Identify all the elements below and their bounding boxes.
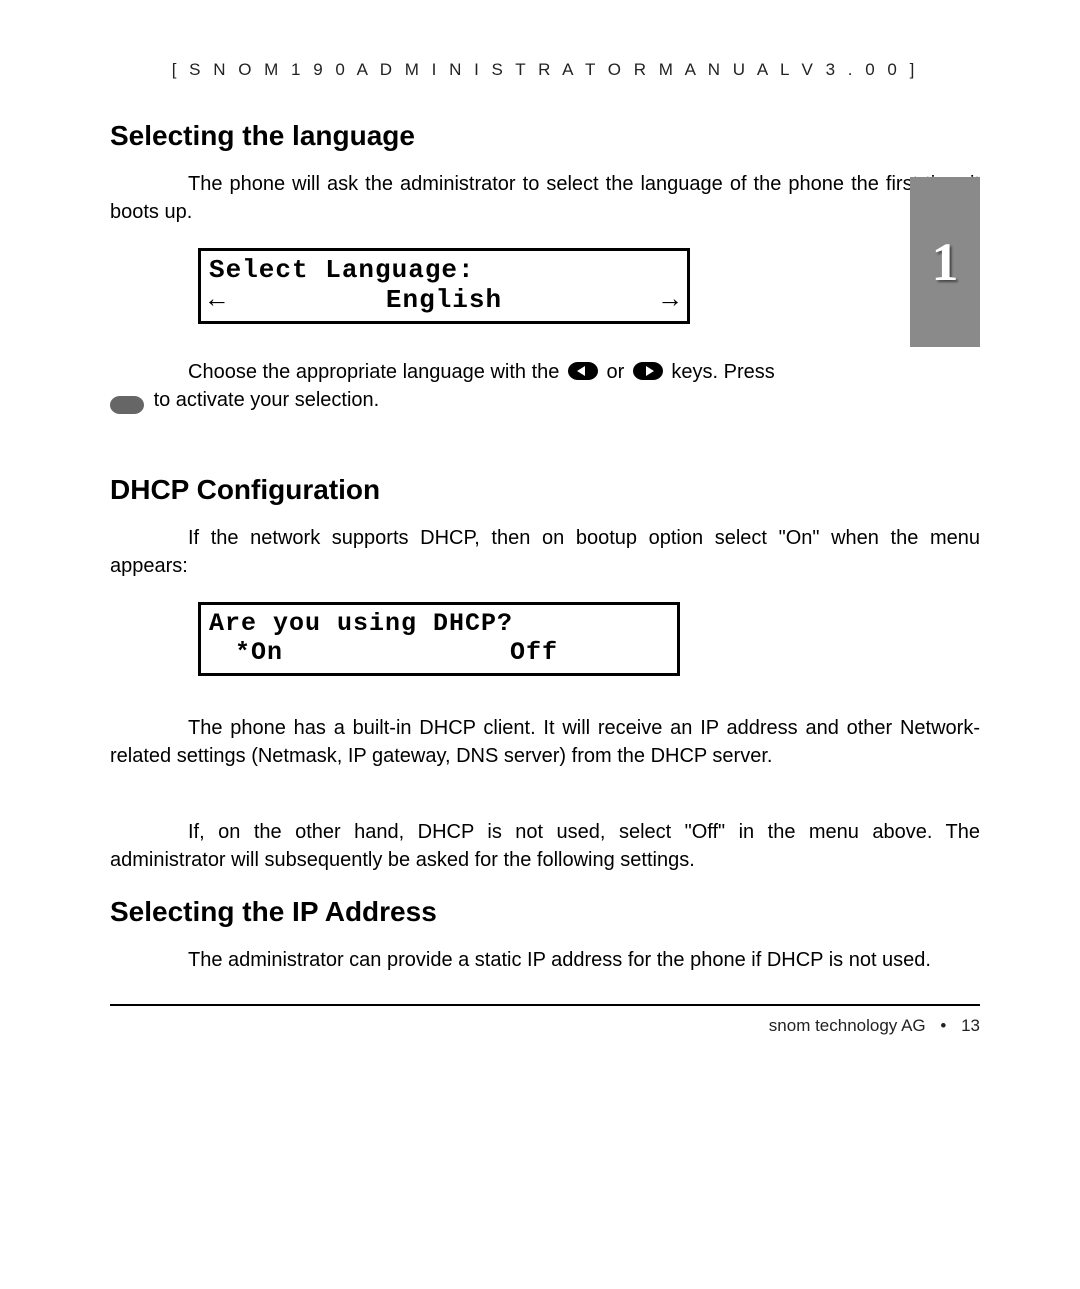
footer-bullet-icon: • [940,1016,946,1035]
lcd-right-arrow-icon: → [662,285,679,315]
lcd-select-language: Select Language: ← English → [198,248,690,324]
text-fragment: to activate your selection. [154,389,380,411]
lcd-dhcp-on: *On [235,638,510,667]
right-key-icon [633,362,663,380]
footer-company: snom technology AG [769,1016,926,1035]
para-dhcp-off: If, on the other hand, DHCP is not used,… [110,818,980,874]
ok-key-icon: OK [110,396,144,414]
text-fragment: or [607,361,630,383]
lcd-left-arrow-icon: ← [209,285,226,315]
manual-page: [ S N O M 1 9 0 A D M I N I S T R A T O … [0,0,1080,1289]
lcd-dhcp-question: Are you using DHCP? [209,609,669,638]
para-lang-keys: Choose the appropriate language with the… [110,358,980,414]
lcd-dhcp: Are you using DHCP? *On Off [198,602,680,676]
footer-rule [110,1004,980,1006]
para-lang-intro: The phone will ask the administrator to … [110,170,980,226]
heading-dhcp-config: DHCP Configuration [110,474,980,506]
chapter-tab: 1 [910,177,980,347]
lcd-language-value: English [386,285,502,315]
heading-selecting-ip: Selecting the IP Address [110,896,980,928]
page-footer: snom technology AG • 13 [110,1016,980,1036]
para-ip-intro: The administrator can provide a static I… [110,946,980,974]
page-header: [ S N O M 1 9 0 A D M I N I S T R A T O … [110,60,980,80]
heading-selecting-language: Selecting the language [110,120,980,152]
text-fragment: Choose the appropriate language with the [188,361,565,383]
chapter-number: 1 [932,231,959,293]
para-dhcp-client: The phone has a built-in DHCP client. It… [110,714,980,770]
lcd-dhcp-off: Off [510,638,558,667]
left-key-icon [568,362,598,380]
footer-page-number: 13 [961,1016,980,1035]
text-fragment: keys. Press [671,361,774,383]
lcd-line1: Select Language: [209,255,679,285]
para-dhcp-intro: If the network supports DHCP, then on bo… [110,524,980,580]
